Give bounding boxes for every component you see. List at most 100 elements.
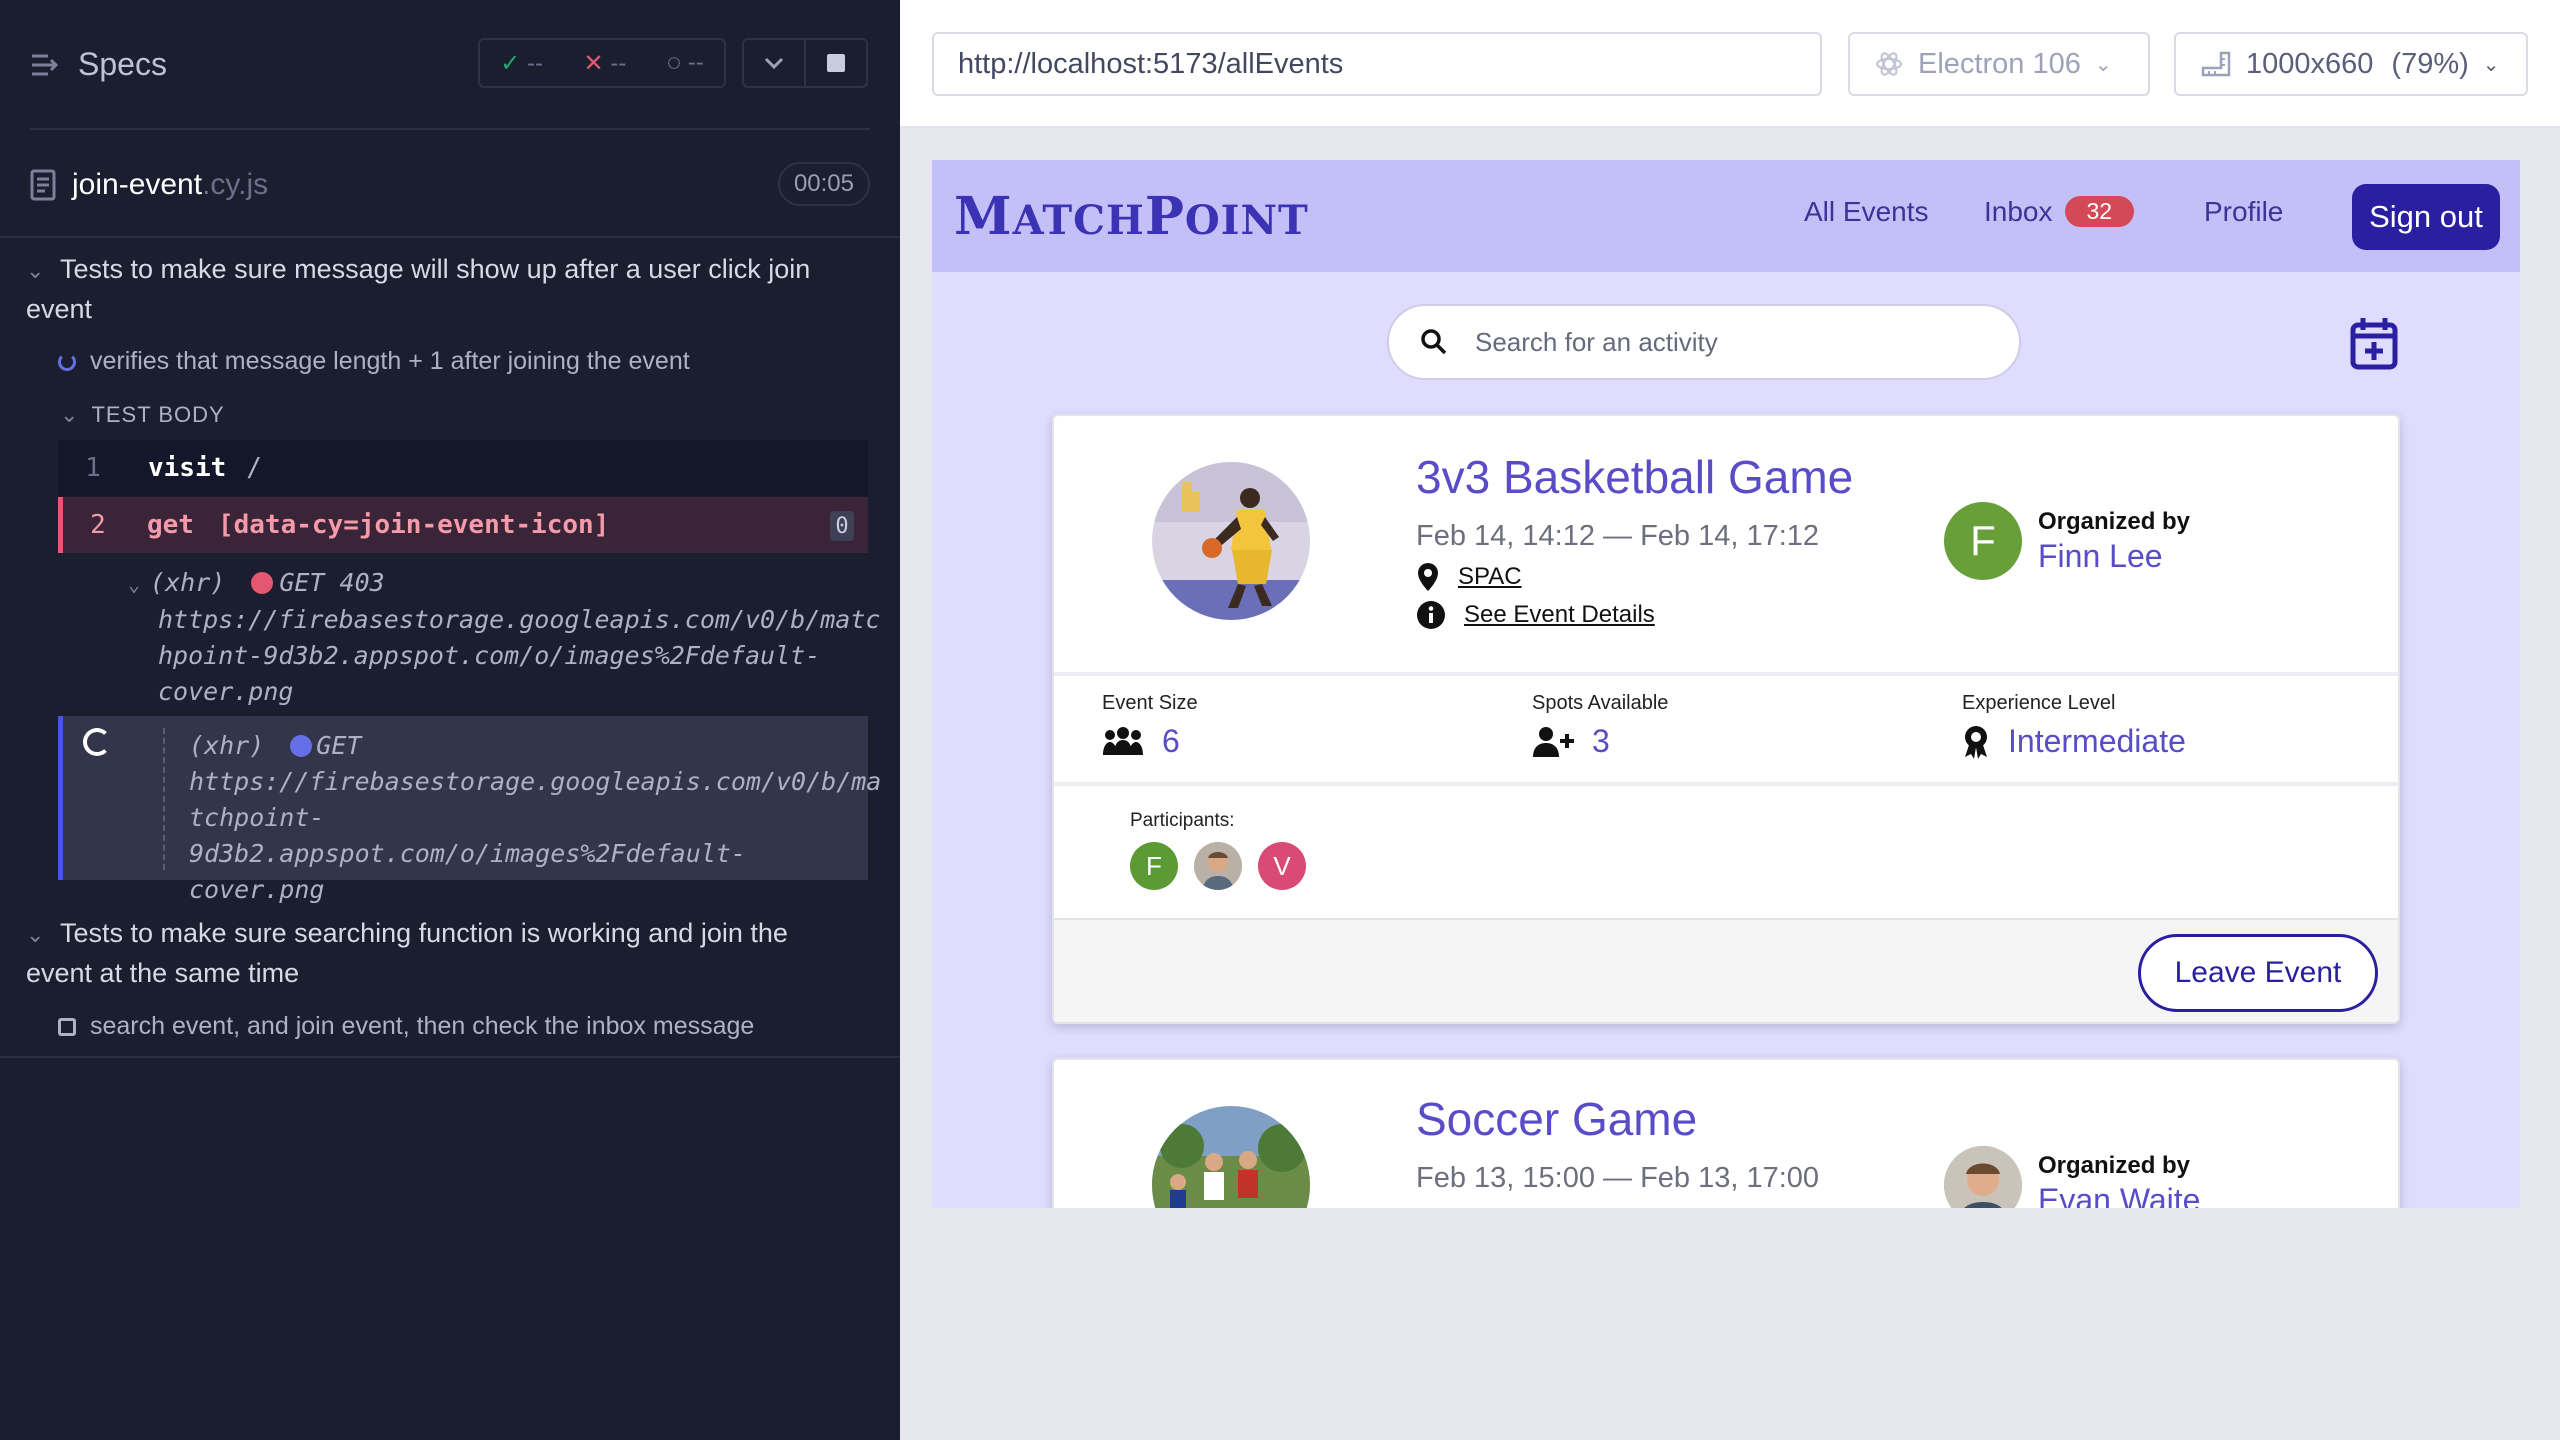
runner-header: Specs ✓ -- ✕ -- ◌ --	[0, 0, 900, 130]
xhr-method: GET	[316, 731, 362, 760]
file-icon	[30, 169, 56, 201]
browser-selector[interactable]: Electron 106 ⌄	[1848, 32, 2150, 96]
organizer-name: Evan Waite	[2038, 1181, 2201, 1209]
stat-spots-available: Spots Available 3	[1532, 692, 1668, 760]
chevron-down-icon: ⌄	[26, 922, 45, 947]
organizer[interactable]: F Organized by Finn Lee	[1944, 502, 2190, 580]
pending-count: --	[687, 49, 704, 76]
organizer-name: Finn Lee	[2038, 537, 2163, 574]
xhr-method: GET 403	[279, 568, 385, 597]
matchpoint-logo[interactable]: MATCHPOINT	[954, 186, 1309, 247]
participant-avatar[interactable]: V	[1258, 842, 1306, 890]
location-pin-icon	[1418, 563, 1438, 591]
stat-label: Spots Available	[1532, 692, 1669, 714]
cypress-runner-panel: Specs ✓ -- ✕ -- ◌ -- join-event .cy.js 00…	[0, 0, 900, 1440]
command-number: 1	[85, 453, 101, 483]
spec-extension: .cy.js	[202, 168, 269, 201]
viewport-size: 1000x660	[2246, 47, 2374, 80]
xhr-url: cover.png	[158, 677, 294, 706]
xhr-url: hpoint-9d3b2.appspot.com/o/images%2Fdefa…	[158, 641, 821, 670]
event-card: 3v3 Basketball Game Feb 14, 14:12 — Feb …	[1052, 414, 2400, 1024]
event-title[interactable]: Soccer Game	[1416, 1092, 1697, 1146]
divider	[1054, 672, 2398, 676]
organized-by-label: Organized by	[2038, 1151, 2191, 1179]
add-event-calendar-icon[interactable]	[2350, 316, 2398, 370]
info-icon	[1417, 601, 1445, 629]
participant-avatar[interactable]: F	[1130, 842, 1178, 890]
element-count-badge: 0	[830, 511, 854, 541]
test-body-label[interactable]: ⌄ TEST BODY	[60, 402, 225, 428]
stat-value: Intermediate	[2008, 723, 2186, 759]
xhr-log-pending[interactable]: (xhr) GET https://firebasestorage.googlea…	[58, 716, 882, 904]
chevron-down-icon	[764, 57, 784, 70]
event-time: Feb 13, 15:00 — Feb 13, 17:00	[1416, 1162, 1820, 1194]
command-row-failed[interactable]: 2 get [data-cy=join-event-icon] 0	[58, 497, 868, 553]
suite-title: Tests to make sure searching function is…	[26, 918, 788, 988]
app-navbar: MATCHPOINT All Events Inbox 32 Profile Si…	[932, 160, 2520, 272]
divider	[30, 128, 870, 130]
command-arg: /	[246, 453, 262, 483]
event-details-link[interactable]: See Event Details	[1416, 600, 1655, 630]
pending-dot-icon	[290, 735, 313, 757]
suite-1[interactable]: ⌄ Tests to make sure message will show up…	[26, 250, 856, 328]
test-title: search event, and join event, then check…	[90, 1012, 755, 1040]
nav-profile[interactable]: Profile	[2204, 196, 2283, 228]
options-dropdown-button[interactable]	[742, 38, 806, 88]
specs-toggle[interactable]: Specs	[30, 46, 167, 83]
specs-list-icon	[32, 54, 59, 75]
nav-inbox[interactable]: Inbox 32	[1984, 196, 2135, 228]
command-number: 2	[90, 510, 106, 540]
stat-value: 6	[1162, 723, 1180, 759]
x-icon: ✕	[583, 49, 604, 77]
url-bar[interactable]: http://localhost:5173/allEvents	[932, 32, 1822, 96]
stop-button[interactable]	[804, 38, 868, 88]
participant-avatar-photo[interactable]	[1194, 842, 1242, 890]
group-icon	[1103, 726, 1143, 755]
suite-title: Tests to make sure message will show up …	[26, 254, 811, 324]
stat-event-size: Event Size 6	[1102, 692, 1198, 760]
location-text: SPAC	[1458, 563, 1522, 590]
event-card-footer: Leave Event	[1054, 918, 2398, 1022]
organized-by-label: Organized by	[2038, 507, 2191, 535]
spec-name: join-event	[72, 168, 203, 201]
leave-event-button[interactable]: Leave Event	[2138, 934, 2378, 1012]
organizer[interactable]: Organized by Evan Waite	[1944, 1146, 2200, 1208]
screen: Specs ✓ -- ✕ -- ◌ -- join-event .cy.js 00…	[0, 0, 2560, 1440]
xhr-url: tchpoint-9d3b2.appspot.com/o/images%2Fde…	[189, 803, 746, 868]
stat-experience-level: Experience Level Intermediate	[1962, 692, 2186, 760]
viewport-selector[interactable]: 1000x660 (79%) ⌄	[2174, 32, 2528, 96]
divider	[0, 236, 900, 238]
inbox-count-badge: 32	[2064, 196, 2135, 227]
nav-all-events[interactable]: All Events	[1804, 196, 1929, 228]
search-input[interactable]: Search for an activity	[1387, 304, 2021, 380]
chevron-down-icon: ⌄	[60, 402, 80, 427]
aut-toolbar: http://localhost:5173/allEvents Electron…	[900, 0, 2560, 128]
organizer-avatar-photo	[1944, 1146, 2022, 1208]
xhr-log-failed[interactable]: ⌄ (xhr) GET 403 https://firebasestorage.go…	[58, 553, 880, 716]
electron-icon	[1876, 52, 1902, 76]
command-name: get	[147, 510, 194, 540]
event-photo-soccer	[1152, 1106, 1310, 1208]
xhr-url: cover.png	[189, 875, 325, 904]
event-title[interactable]: 3v3 Basketball Game	[1416, 450, 1853, 504]
test-item-pending[interactable]: search event, and join event, then check…	[58, 1012, 754, 1041]
event-photo-basketball	[1152, 462, 1310, 620]
xhr-label: (xhr)	[189, 731, 265, 760]
organizer-avatar: F	[1944, 502, 2022, 580]
command-name: visit	[148, 453, 227, 483]
browser-name: Electron 106	[1918, 47, 2081, 80]
app-under-test: MATCHPOINT All Events Inbox 32 Profile Si…	[932, 160, 2520, 1208]
event-location-link[interactable]: SPAC	[1416, 562, 1522, 592]
loading-spinner-icon	[83, 728, 111, 756]
divider	[1054, 782, 2398, 786]
ruler-icon	[2201, 51, 2231, 77]
suite-2[interactable]: ⌄ Tests to make sure searching function i…	[26, 914, 856, 992]
command-row[interactable]: 1 visit /	[58, 440, 868, 496]
search-placeholder: Search for an activity	[1475, 326, 1718, 357]
details-link-text: See Event Details	[1464, 601, 1655, 628]
sign-out-button[interactable]: Sign out	[2352, 184, 2500, 250]
test-item-running[interactable]: verifies that message length + 1 after j…	[58, 347, 690, 376]
pending-status-icon	[58, 1017, 76, 1036]
pending-icon: ◌	[666, 49, 682, 76]
xhr-url: https://firebasestorage.googleapis.com/v…	[189, 767, 882, 796]
